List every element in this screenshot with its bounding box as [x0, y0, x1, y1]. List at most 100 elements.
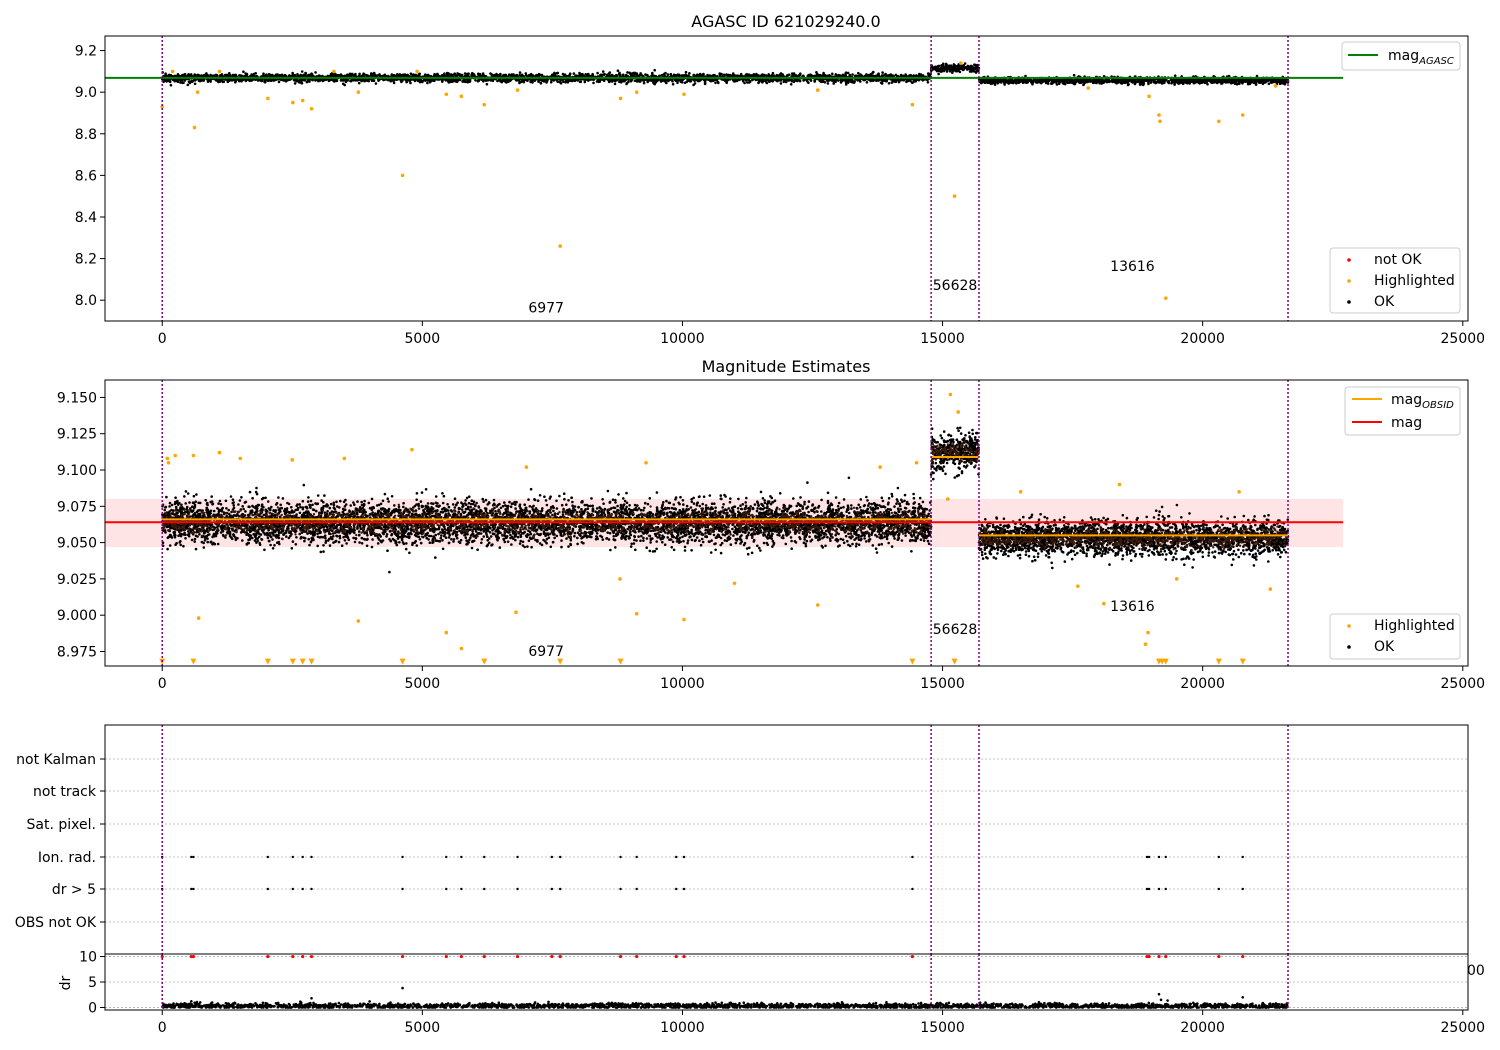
ok-point [186, 83, 190, 87]
ok-point [535, 73, 539, 77]
ok-point [1277, 79, 1280, 82]
ok-point [689, 79, 692, 83]
ok-point [453, 73, 457, 76]
ok-point [196, 74, 199, 77]
ok-point [468, 78, 472, 82]
ok-point [1147, 82, 1150, 86]
ok-point [179, 81, 182, 84]
ok-point [333, 73, 336, 76]
ok-point [851, 81, 854, 84]
ok-point [877, 78, 881, 82]
ok-point [936, 66, 940, 70]
figure: AGASC ID 621029240.0 6977 56628 13616 0 … [0, 0, 1500, 1050]
ok-point [502, 73, 506, 77]
ok-point [474, 79, 477, 82]
ok-point [466, 72, 469, 76]
ok-point [942, 69, 946, 73]
ok-point [881, 79, 885, 82]
ok-point [372, 79, 376, 83]
ok-point [946, 67, 950, 70]
ok-point [1218, 80, 1221, 83]
ok-point [909, 79, 912, 83]
ok-point [919, 73, 923, 76]
ok-point [905, 80, 908, 84]
ok-point [651, 73, 654, 77]
ok-point [759, 74, 763, 77]
ok-point [801, 74, 805, 78]
ok-point [884, 79, 888, 83]
ok-point [274, 78, 277, 82]
ok-point [315, 78, 318, 82]
ok-point [354, 79, 357, 82]
ok-point [274, 73, 278, 76]
ok-point [1154, 81, 1157, 84]
ok-point [300, 70, 304, 73]
ok-point [692, 83, 695, 87]
ok-point [926, 81, 930, 84]
ok-point [554, 74, 557, 77]
ok-point [374, 82, 378, 85]
ok-point [1254, 83, 1258, 86]
ok-point [846, 71, 850, 75]
ok-point [950, 67, 953, 70]
ok-point [549, 80, 553, 84]
ok-point [683, 81, 687, 85]
ok-point [748, 74, 752, 77]
ok-point [621, 73, 625, 77]
ok-point [894, 73, 898, 77]
ok-point [792, 73, 796, 76]
ok-point [478, 72, 482, 76]
ok-point [180, 78, 183, 82]
ok-point [285, 79, 288, 83]
ok-point [271, 73, 274, 77]
ok-point [405, 74, 409, 78]
ok-point [586, 74, 589, 78]
ok-point [899, 78, 902, 82]
ok-point [624, 73, 628, 77]
ok-point [764, 80, 768, 83]
ok-point [616, 69, 620, 72]
ok-point [491, 79, 495, 82]
ok-point [227, 79, 230, 83]
ok-point [169, 83, 173, 87]
ok-point [332, 78, 336, 82]
ok-point [347, 73, 350, 77]
ok-point [789, 83, 793, 86]
ok-point [653, 68, 656, 72]
ok-point [430, 79, 433, 83]
ok-point [265, 73, 268, 76]
ok-point [254, 72, 257, 75]
ok-point [481, 72, 485, 75]
ok-point [782, 80, 786, 84]
ok-point [733, 80, 736, 83]
ok-point [343, 78, 347, 82]
ok-point [826, 82, 830, 85]
ok-point [933, 66, 936, 69]
ok-point [378, 73, 381, 76]
ok-point [948, 69, 952, 73]
ok-point [197, 78, 201, 82]
ok-point [758, 80, 761, 83]
ok-point [623, 79, 626, 83]
ok-point [1215, 81, 1219, 85]
ok-point [518, 73, 521, 77]
ok-point [779, 72, 783, 75]
ok-point [968, 66, 971, 70]
ok-point [205, 72, 208, 75]
ok-point [541, 78, 544, 82]
ok-point [722, 73, 726, 77]
ok-point [669, 72, 673, 76]
ok-point [952, 63, 956, 66]
ok-point [444, 79, 448, 82]
ok-point [718, 73, 722, 76]
ok-point [769, 79, 772, 83]
ok-point [695, 78, 699, 82]
ok-point [727, 73, 730, 77]
ok-point [482, 80, 485, 83]
ok-point [382, 78, 385, 82]
ok-point [1055, 83, 1059, 86]
ok-point [291, 71, 294, 75]
ok-point [844, 83, 848, 86]
ok-point [288, 74, 291, 77]
ok-point [524, 72, 528, 75]
